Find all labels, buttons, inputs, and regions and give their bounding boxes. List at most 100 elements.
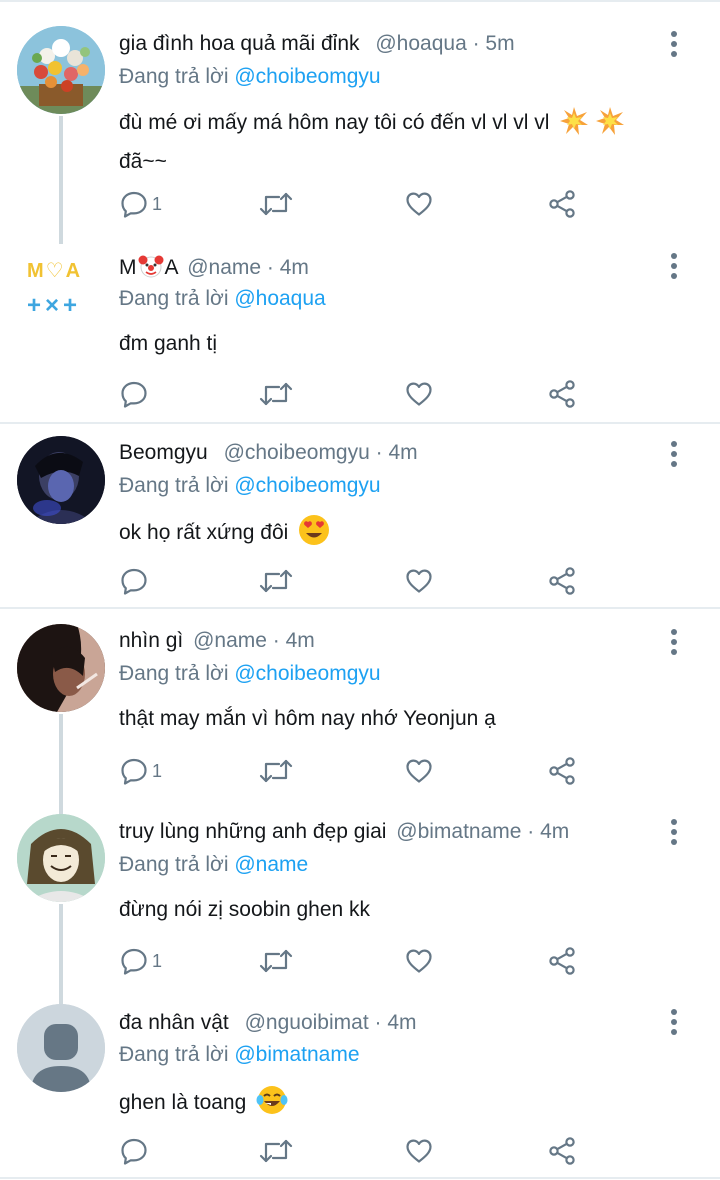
collision-emoji xyxy=(559,106,589,146)
like-button[interactable] xyxy=(405,563,433,599)
display-name[interactable]: nhìn gì xyxy=(119,629,183,652)
reply-button[interactable] xyxy=(120,563,152,599)
handle-time: @choibeomgyu · 4m xyxy=(223,441,418,464)
share-button[interactable] xyxy=(548,376,576,412)
reply-icon xyxy=(121,948,147,975)
more-options-icon[interactable] xyxy=(664,30,684,58)
share-icon xyxy=(549,567,575,595)
tweet-actions xyxy=(0,1133,720,1169)
avatar-logo-bottom: +×+ xyxy=(27,292,82,319)
share-icon xyxy=(549,757,575,785)
reply-button[interactable]: 1 xyxy=(120,943,162,979)
clown-face-emoji xyxy=(138,253,164,286)
top-divider xyxy=(0,0,720,2)
reply-count: 1 xyxy=(152,760,163,781)
portrait-image xyxy=(17,436,105,524)
tweet-actions xyxy=(0,563,720,599)
replying-to-label: Đang trả lời xyxy=(119,1043,229,1066)
more-options-icon[interactable] xyxy=(664,628,684,656)
share-button[interactable] xyxy=(548,943,576,979)
like-button[interactable] xyxy=(405,376,433,412)
avatar[interactable] xyxy=(17,436,105,524)
heart-icon xyxy=(406,759,432,783)
display-name-prefix: M xyxy=(119,256,137,279)
reply-button[interactable]: 1 xyxy=(120,753,162,789)
like-button[interactable] xyxy=(405,186,433,222)
tears-of-joy-emoji xyxy=(256,1084,288,1126)
retweet-button[interactable] xyxy=(259,563,293,599)
reply-handle-link[interactable]: @bimatname xyxy=(234,1043,359,1066)
retweet-button[interactable] xyxy=(259,753,293,789)
reply-handle-link[interactable]: @choibeomgyu xyxy=(234,474,380,497)
avatar[interactable] xyxy=(17,814,105,902)
tweet-header: MA @name · 4m xyxy=(119,253,309,286)
retweet-button[interactable] xyxy=(259,1133,293,1169)
heart-icon xyxy=(406,382,432,406)
more-options-icon[interactable] xyxy=(664,440,684,468)
tweet-text-line-2: đã~~ xyxy=(119,150,167,173)
tweet-text: đù mé ơi mấy má hôm nay tôi có đến vl vl… xyxy=(119,106,679,178)
tweet-actions: 1 xyxy=(0,186,720,222)
share-icon xyxy=(549,190,575,218)
replying-to-label: Đang trả lời xyxy=(119,287,229,310)
reply-count: 1 xyxy=(152,193,163,214)
retweet-icon xyxy=(259,382,293,406)
tweet-text-line-1: đừng nói zị soobin ghen kk xyxy=(119,898,371,921)
reply-button[interactable] xyxy=(120,376,152,412)
handle-time: @bimatname · 4m xyxy=(396,820,570,843)
avatar[interactable] xyxy=(17,1004,105,1092)
more-options-icon[interactable] xyxy=(664,1008,684,1036)
reply-handle-link[interactable]: @choibeomgyu xyxy=(234,662,380,685)
avatar[interactable]: M♡A +×+ xyxy=(17,244,105,332)
display-name[interactable]: gia đình hoa quả mãi đỉnk xyxy=(119,32,360,55)
collision-emoji xyxy=(595,106,625,146)
more-options-icon[interactable] xyxy=(664,818,684,846)
heart-icon xyxy=(406,1139,432,1163)
replying-to: Đang trả lời @hoaqua xyxy=(119,286,326,312)
like-button[interactable] xyxy=(405,943,433,979)
reply-icon xyxy=(121,191,147,218)
display-name-suffix: A xyxy=(164,256,178,279)
reply-button[interactable] xyxy=(120,1133,152,1169)
reply-handle-link[interactable]: @choibeomgyu xyxy=(234,65,380,88)
share-button[interactable] xyxy=(548,753,576,789)
tweet-header: truy lùng những anh đẹp giai @bimatname … xyxy=(119,819,569,845)
dark-portrait-image xyxy=(17,624,105,712)
like-button[interactable] xyxy=(405,753,433,789)
display-name[interactable]: truy lùng những anh đẹp giai xyxy=(119,820,386,843)
tweet-divider xyxy=(0,422,720,424)
reply-handle-link[interactable]: @name xyxy=(234,853,308,876)
avatar[interactable] xyxy=(17,26,105,114)
like-button[interactable] xyxy=(405,1133,433,1169)
reply-button[interactable]: 1 xyxy=(120,186,162,222)
tweet-divider xyxy=(0,607,720,609)
share-button[interactable] xyxy=(548,186,576,222)
default-person-icon xyxy=(17,1004,105,1092)
avatar-logo-top: M♡A xyxy=(27,260,83,282)
tweet-header: gia đình hoa quả mãi đỉnk @hoaqua · 5m xyxy=(119,31,515,57)
retweet-icon xyxy=(259,759,293,783)
replying-to: Đang trả lời @choibeomgyu xyxy=(119,473,381,499)
display-name[interactable]: MA xyxy=(119,255,178,279)
handle-time: @name · 4m xyxy=(187,256,309,279)
display-name[interactable]: đa nhân vật xyxy=(119,1011,229,1034)
retweet-button[interactable] xyxy=(259,186,293,222)
tweet-divider xyxy=(0,1177,720,1179)
tweet-text-line-1: ghen là toang xyxy=(119,1091,247,1114)
share-button[interactable] xyxy=(548,563,576,599)
retweet-button[interactable] xyxy=(259,943,293,979)
share-icon xyxy=(549,1137,575,1165)
handle-time: @hoaqua · 5m xyxy=(375,32,515,55)
tweet-actions: 1 xyxy=(0,753,720,789)
more-options-icon[interactable] xyxy=(664,252,684,280)
tweet-text: đm ganh tị xyxy=(119,328,679,360)
reply-count: 1 xyxy=(152,950,163,971)
retweet-button[interactable] xyxy=(259,376,293,412)
share-button[interactable] xyxy=(548,1133,576,1169)
heart-icon xyxy=(406,192,432,216)
avatar[interactable] xyxy=(17,624,105,712)
reply-handle-link[interactable]: @hoaqua xyxy=(234,287,325,310)
display-name[interactable]: Beomgyu xyxy=(119,441,208,464)
replying-to: Đang trả lời @bimatname xyxy=(119,1042,360,1068)
tweet-header: đa nhân vật @nguoibimat · 4m xyxy=(119,1010,417,1036)
